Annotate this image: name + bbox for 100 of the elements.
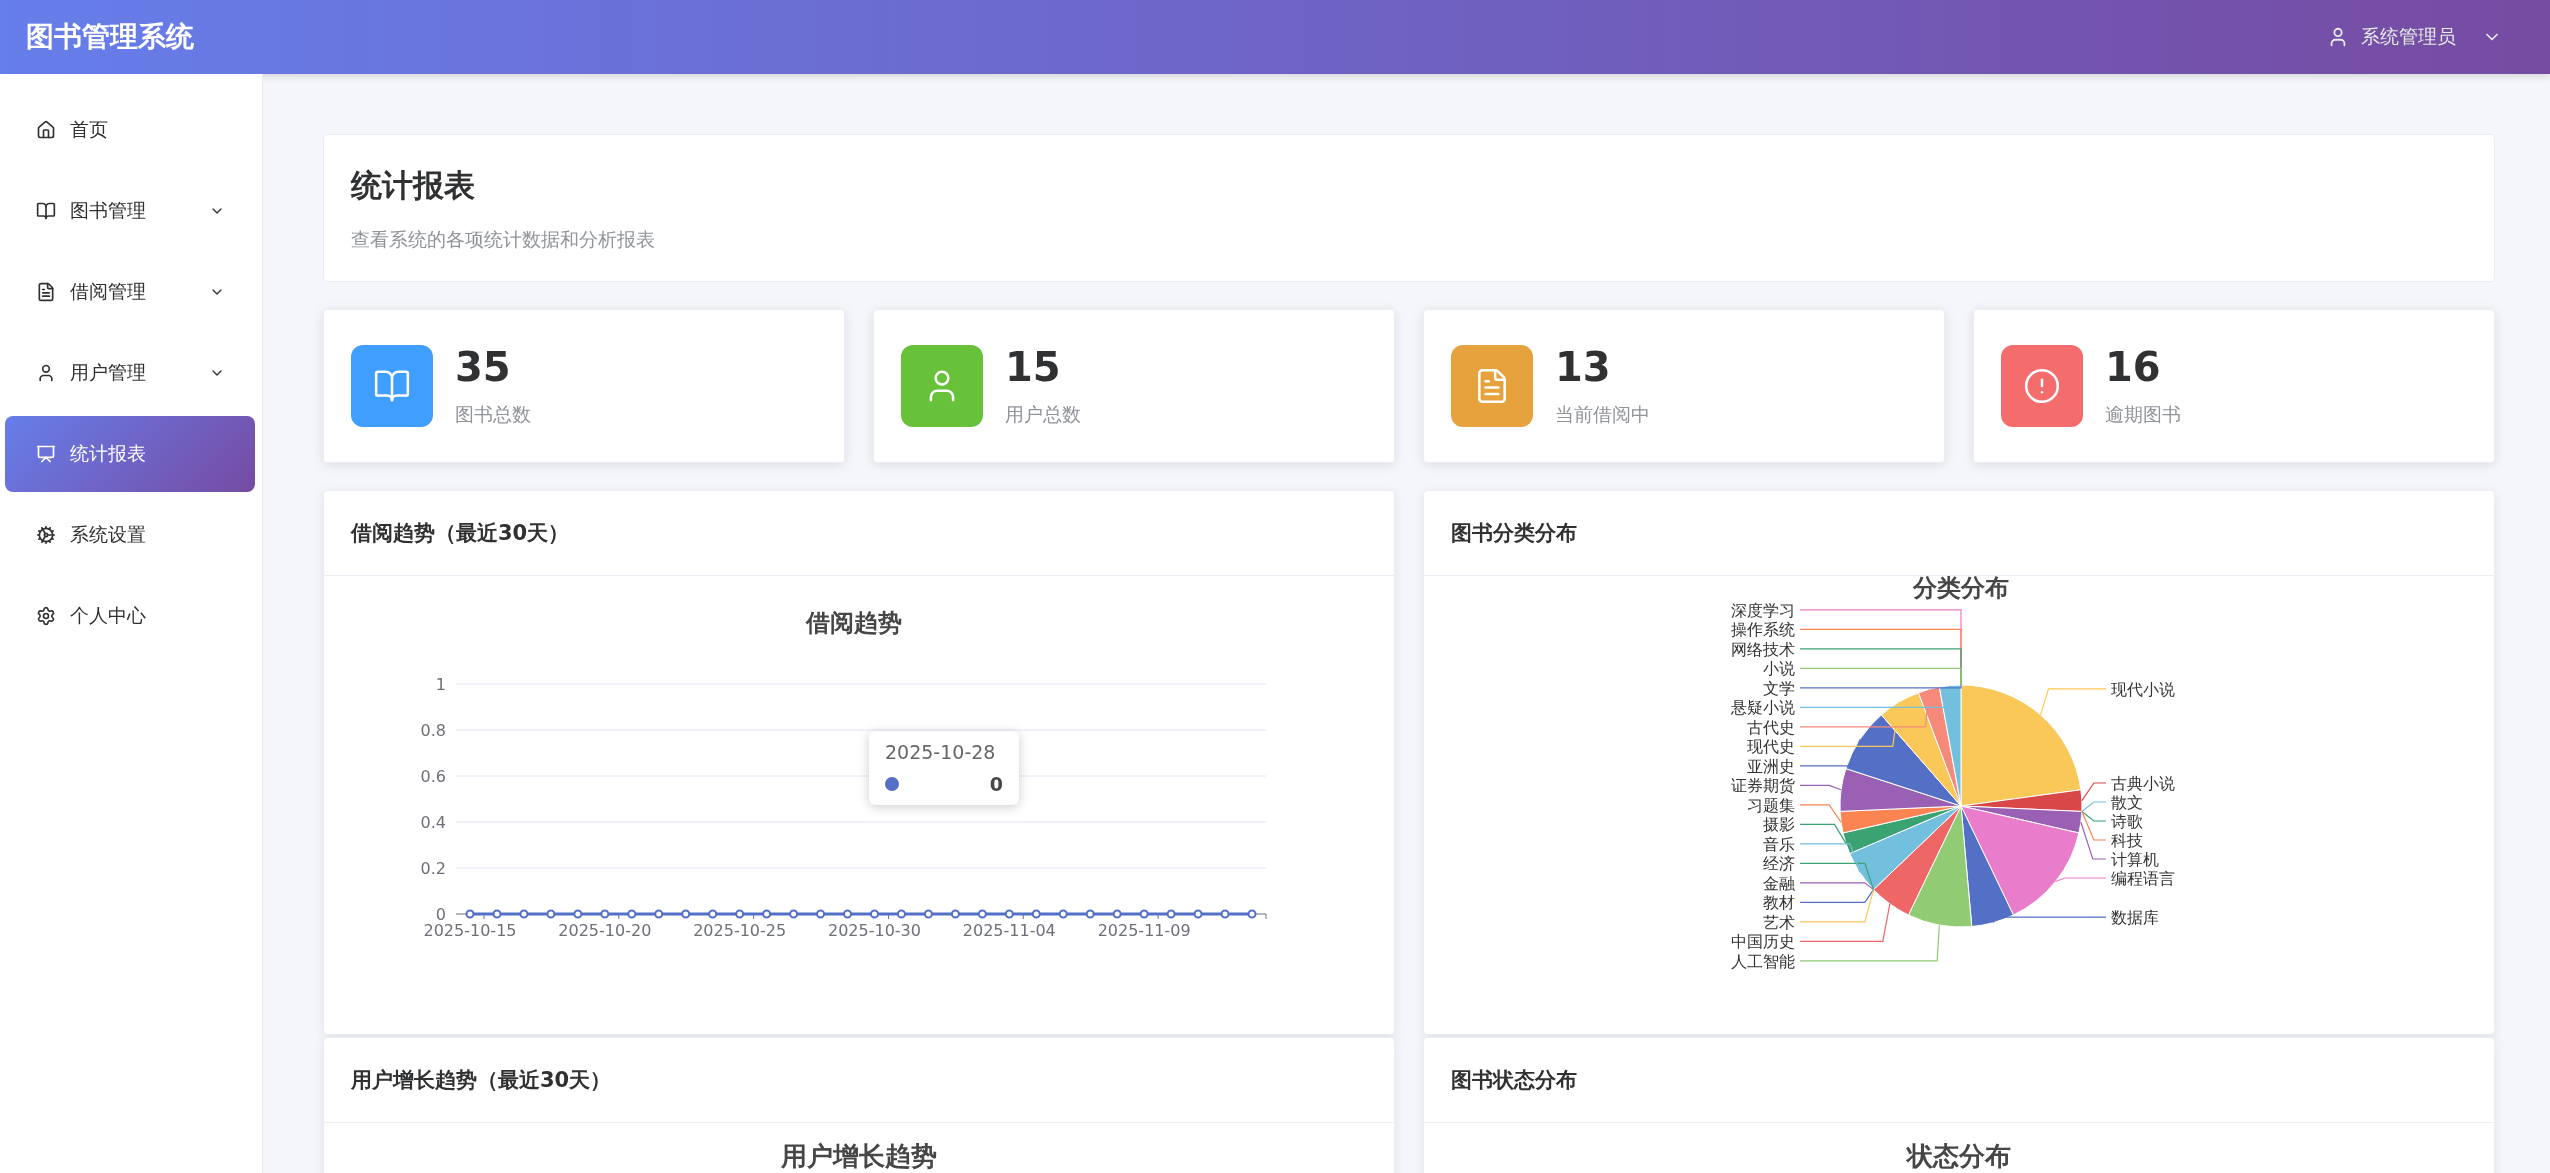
slice-label: 音乐 (1763, 834, 1795, 854)
slice-label: 小说 (1763, 659, 1795, 679)
chart-title: 用户增长趋势 (781, 1140, 937, 1173)
stat-label: 逾期图书 (2105, 402, 2181, 427)
menu-label: 用户管理 (70, 360, 147, 385)
leader-line (2040, 688, 2107, 716)
slice-label: 数据库 (2111, 908, 2159, 928)
leader-line (1799, 804, 1842, 823)
data-point (492, 909, 502, 919)
slice-label: 古典小说 (2111, 774, 2175, 793)
data-point (1220, 909, 1230, 919)
menu-item[interactable]: 首页 (5, 92, 255, 168)
slice-label: 诗歌 (2111, 812, 2143, 831)
menu-label: 个人中心 (70, 603, 147, 628)
stat-label: 当前借阅中 (1555, 402, 1650, 427)
axis-label: 0.8 (420, 721, 446, 740)
menu-label: 统计报表 (70, 441, 147, 466)
menu-label: 系统设置 (70, 522, 147, 547)
data-point (600, 909, 610, 919)
data-point (519, 909, 529, 919)
data-point (816, 909, 826, 919)
leader-line (2054, 877, 2107, 883)
stat-label: 图书总数 (455, 402, 531, 427)
axis-label: 0.6 (420, 767, 446, 786)
menu-icon (36, 606, 56, 626)
stat-label: 用户总数 (1005, 402, 1081, 427)
page-subtitle: 查看系统的各项统计数据和分析报表 (351, 227, 656, 252)
chart-title: 分类分布 (1913, 576, 2009, 602)
slice-label: 现代小说 (2111, 679, 2175, 699)
series-dot-icon (885, 777, 899, 791)
menu-icon (36, 525, 56, 545)
data-point (950, 909, 960, 919)
menu-item[interactable]: 图书管理 (5, 173, 255, 249)
data-point (923, 909, 933, 919)
menu-item[interactable]: 用户管理 (5, 335, 255, 411)
menu-icon (36, 363, 56, 383)
slice-label: 编程语言 (2111, 869, 2175, 888)
menu-label: 图书管理 (70, 198, 147, 223)
stat-value: 35 (455, 344, 512, 390)
data-point (1193, 909, 1203, 919)
menu-item[interactable]: 借阅管理 (5, 254, 255, 330)
axis-label: 0.4 (420, 813, 446, 832)
stat-value: 13 (1555, 344, 1612, 390)
data-point (573, 909, 583, 919)
data-point (1031, 909, 1041, 919)
slice-label: 证券期货 (1731, 776, 1795, 796)
data-point (681, 909, 691, 919)
data-point (1112, 909, 1122, 919)
page-title: 统计报表 (351, 166, 476, 205)
data-point (1085, 909, 1095, 919)
card-title: 用户增长趋势（最近30天） (324, 1038, 1394, 1123)
slice-label: 教材 (1763, 893, 1795, 913)
data-point (708, 909, 718, 919)
menu-icon (36, 120, 56, 140)
slice-label: 亚洲史 (1747, 756, 1795, 776)
menu-icon (36, 444, 56, 464)
data-point (654, 909, 664, 919)
data-point (465, 909, 475, 919)
slice-label: 经济 (1763, 854, 1795, 874)
data-point (789, 909, 799, 919)
slice-label: 网络技术 (1731, 639, 1795, 659)
axis-label: 2025-10-15 (423, 921, 517, 940)
menu-item[interactable]: 系统设置 (5, 497, 255, 573)
data-point (843, 909, 852, 919)
leader-line (1799, 784, 1842, 791)
menu-item[interactable]: 个人中心 (5, 578, 255, 654)
tooltip-value: 0 (989, 773, 1003, 795)
axis-label: 2025-10-30 (828, 921, 921, 940)
card-title: 图书状态分布 (1424, 1038, 2494, 1123)
slice-label: 深度学习 (1731, 600, 1795, 620)
slice-label: 中国历史 (1731, 932, 1795, 952)
tooltip-date: 2025-10-28 (885, 741, 997, 763)
slice-label: 散文 (2111, 793, 2143, 812)
slice-label: 现代史 (1747, 737, 1795, 757)
menu-label: 借阅管理 (70, 279, 147, 304)
slice-label: 艺术 (1763, 912, 1795, 932)
stat-value: 16 (2105, 344, 2162, 390)
slice-label: 悬疑小说 (1731, 698, 1795, 718)
data-point (977, 909, 987, 919)
app-title: 图书管理系统 (26, 19, 194, 55)
menu-icon (36, 201, 56, 221)
user-name[interactable]: 系统管理员 (2361, 24, 2456, 50)
axis-label: 1 (435, 675, 446, 694)
slice-label: 计算机 (2111, 850, 2159, 869)
slice-label: 习题集 (1747, 795, 1795, 815)
data-point (1166, 909, 1176, 919)
axis-label: 2025-10-25 (693, 921, 787, 940)
data-point (735, 909, 745, 919)
data-point (1247, 909, 1257, 919)
data-point (627, 909, 637, 919)
slice-label: 金融 (1763, 873, 1795, 893)
axis-label: 2025-11-09 (1097, 921, 1191, 940)
axis-label: 0.2 (420, 859, 446, 878)
data-point (762, 909, 772, 919)
slice-label: 摄影 (1763, 815, 1795, 835)
axis-label: 0 (435, 905, 446, 924)
menu-label: 首页 (70, 117, 109, 142)
data-point (1058, 909, 1068, 919)
menu-item[interactable]: 统计报表 (5, 416, 255, 492)
data-point (870, 909, 879, 919)
